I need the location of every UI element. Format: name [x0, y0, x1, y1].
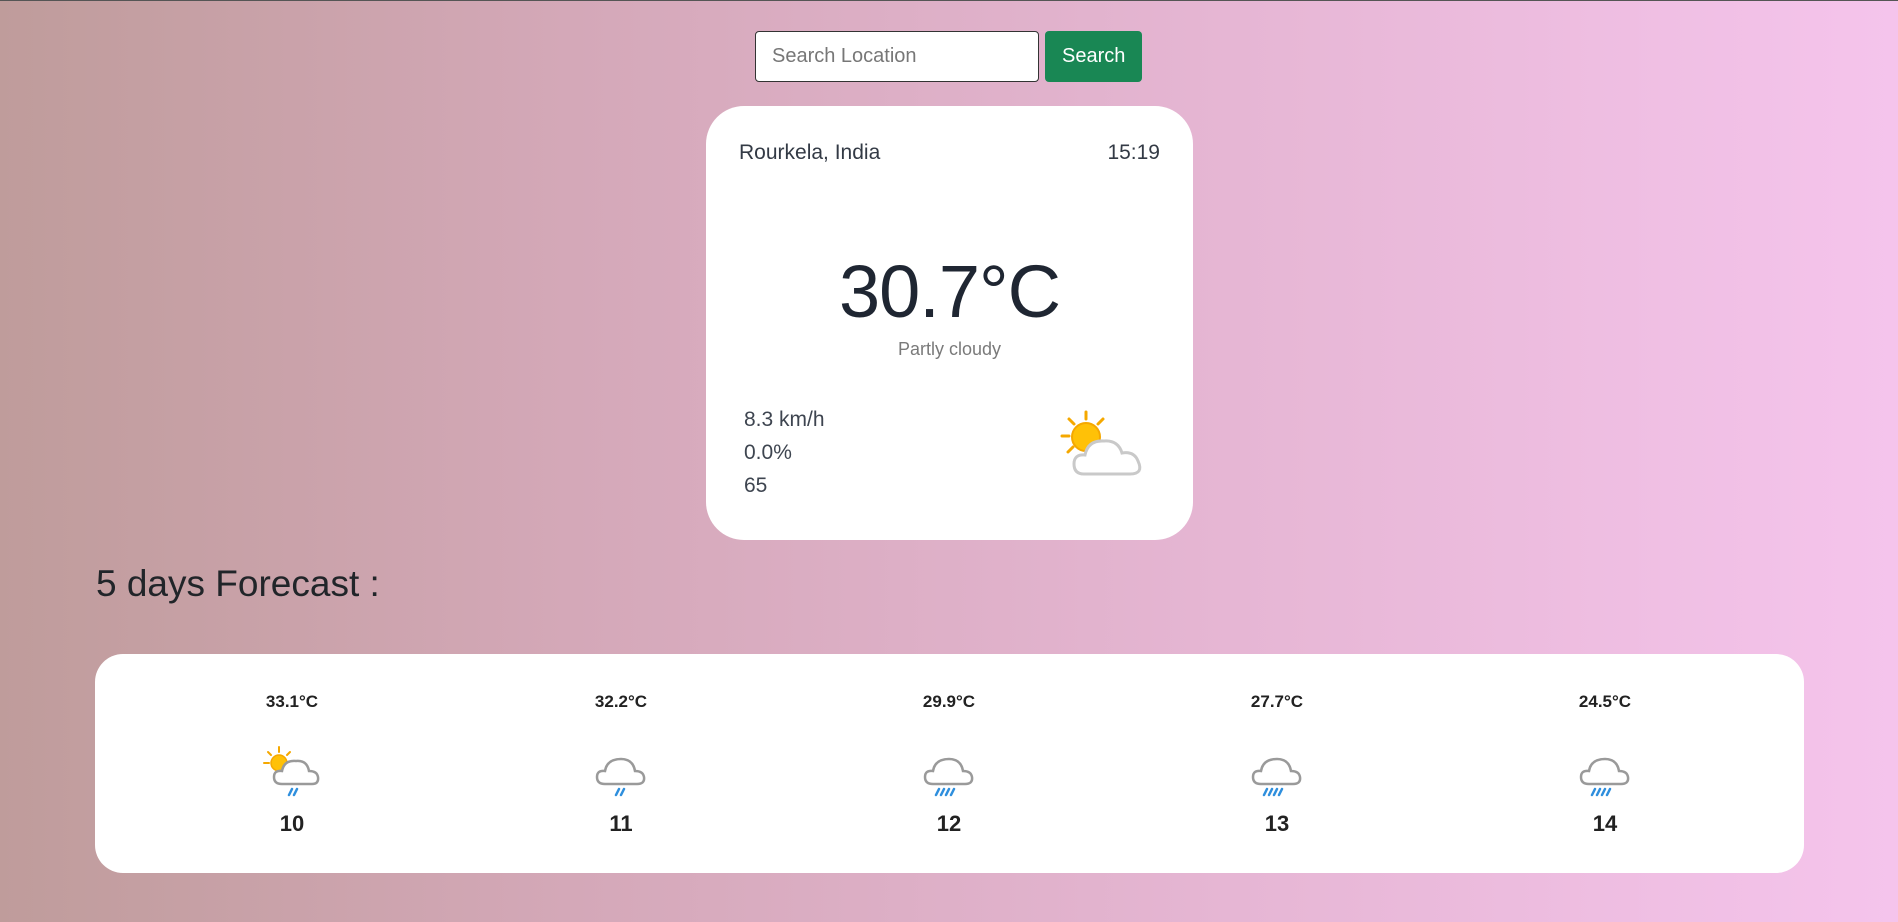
forecast-temperature: 32.2°C: [594, 692, 648, 711]
sun-cloud-rain-icon: [263, 746, 320, 797]
search-button[interactable]: Search: [1045, 31, 1143, 82]
weather-condition: Partly cloudy: [897, 339, 1002, 359]
forecast-temperature: 33.1°C: [265, 692, 319, 711]
forecast-date: 12: [936, 811, 962, 836]
light-rain-icon: [595, 757, 646, 797]
forecast-date: 10: [279, 811, 305, 836]
rain-icon: [923, 757, 974, 797]
partly-cloudy-icon: [1060, 410, 1142, 476]
forecast-temperature: 29.9°C: [922, 692, 976, 711]
forecast-date: 14: [1592, 811, 1618, 836]
forecast-day: 27.7°C 13: [1177, 654, 1377, 873]
forecast-temperature: 27.7°C: [1250, 692, 1304, 711]
search-input[interactable]: [755, 31, 1039, 82]
current-weather-card: Rourkela, India 15:19 30.7°C Partly clou…: [706, 106, 1193, 540]
search-bar: Search: [755, 31, 1143, 82]
forecast-temperature: 24.5°C: [1578, 692, 1632, 711]
forecast-day: 24.5°C 14: [1505, 654, 1705, 873]
forecast-panel: 33.1°C 10 32.2°C 11 29.9°C 12 27.7°C 13 …: [95, 654, 1804, 873]
wind-speed: 8.3 km/h: [744, 408, 825, 431]
precipitation: 0.0%: [744, 441, 792, 464]
forecast-day: 33.1°C 10: [192, 654, 392, 873]
local-time: 15:19: [1107, 141, 1160, 164]
forecast-date: 13: [1264, 811, 1290, 836]
rain-icon: [1251, 757, 1302, 797]
current-temperature: 30.7°C: [838, 250, 1061, 333]
humidity: 65: [744, 474, 768, 497]
forecast-title: 5 days Forecast :: [96, 563, 380, 604]
forecast-date: 11: [609, 811, 633, 836]
forecast-day: 32.2°C 11: [521, 654, 721, 873]
rain-icon: [1579, 757, 1630, 797]
forecast-day: 29.9°C 12: [849, 654, 1049, 873]
location-label: Rourkela, India: [739, 141, 881, 164]
